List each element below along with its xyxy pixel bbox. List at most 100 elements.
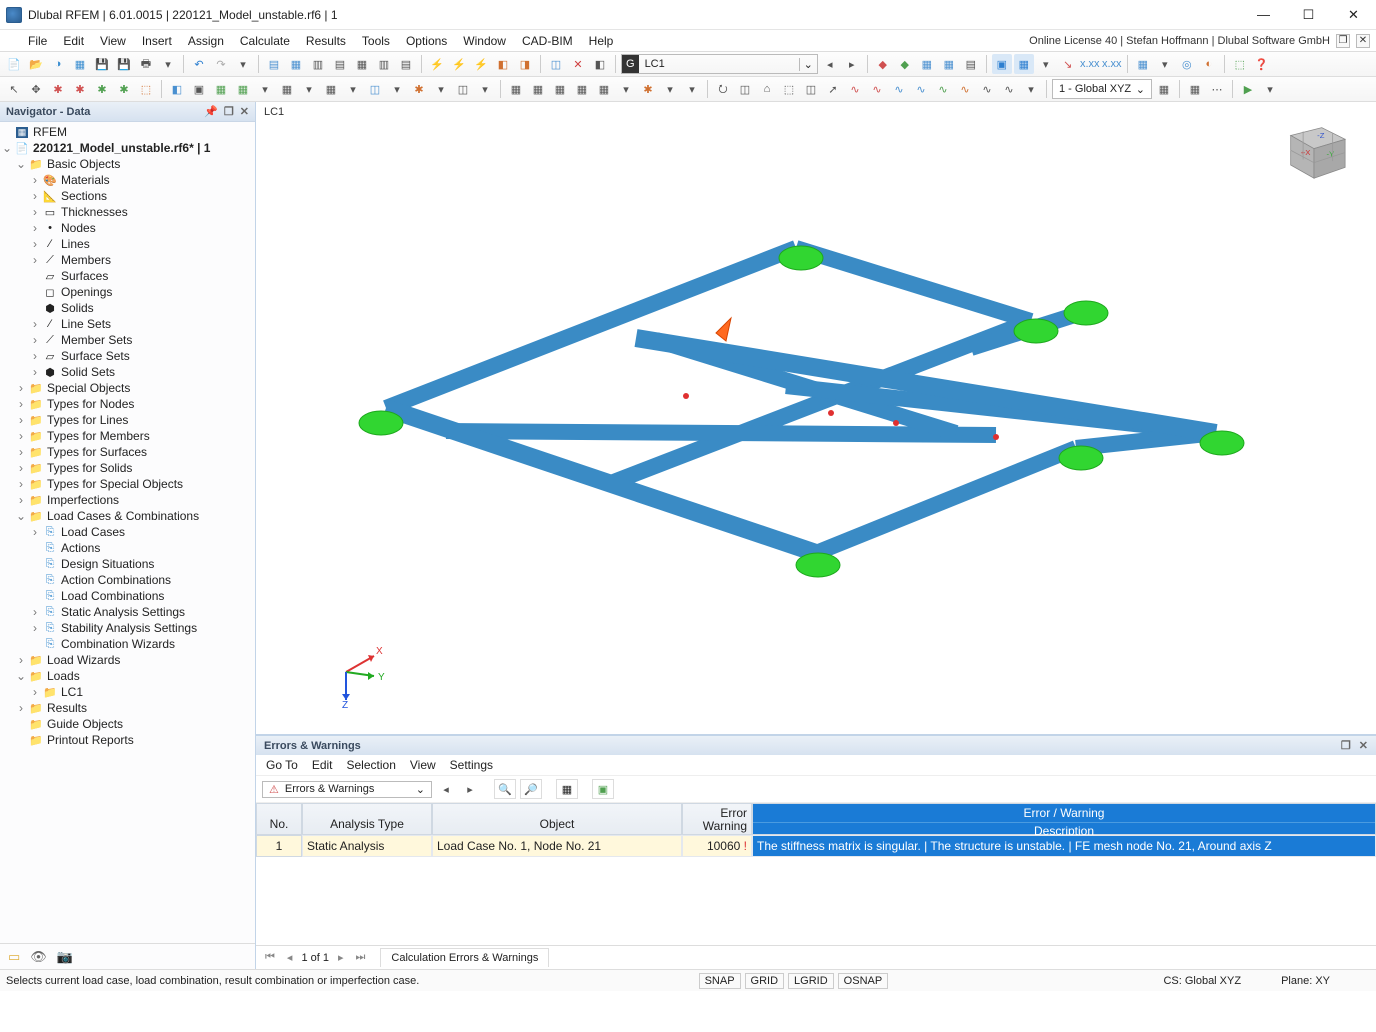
t2-j3-icon[interactable]: ⋯ <box>1207 79 1227 99</box>
err-table-icon[interactable]: ▦ <box>556 779 578 799</box>
t2-i13-icon[interactable]: ∿ <box>977 79 997 99</box>
open-icon[interactable]: 📂 <box>26 54 46 74</box>
t2-j1-icon[interactable]: ▦ <box>1154 79 1174 99</box>
errors-tab[interactable]: Calculation Errors & Warnings <box>380 948 549 967</box>
tree-item[interactable]: ⎘Load Combinations <box>0 588 255 604</box>
tables5-icon[interactable]: ▦ <box>352 54 372 74</box>
tables2-icon[interactable]: ▦ <box>286 54 306 74</box>
tree-item[interactable]: ⌄📁Basic Objects <box>0 156 255 172</box>
menu-assign[interactable]: Assign <box>180 32 232 50</box>
t2-j2-icon[interactable]: ▦ <box>1185 79 1205 99</box>
t2-h8-icon[interactable]: ▾ <box>660 79 680 99</box>
tree-item[interactable]: ⌄📁Load Cases & Combinations <box>0 508 255 524</box>
tree-item[interactable]: ›📁Types for Members <box>0 428 255 444</box>
lc-next-icon[interactable]: ▸ <box>842 54 862 74</box>
tree-item[interactable]: ▱Surfaces <box>0 268 255 284</box>
t2-k2-icon[interactable]: ▾ <box>1260 79 1280 99</box>
t2-pick2-icon[interactable]: ✱ <box>70 79 90 99</box>
t2-h6-icon[interactable]: ▾ <box>616 79 636 99</box>
t2-g11-icon[interactable]: ▾ <box>387 79 407 99</box>
t2-i7-icon[interactable]: ∿ <box>845 79 865 99</box>
errors-filter-dropdown[interactable]: ⚠ Errors & Warnings ⌄ <box>262 781 432 798</box>
status-toggle-lgrid[interactable]: LGRID <box>788 973 834 989</box>
redo-icon[interactable]: ↷ <box>211 54 231 74</box>
err-find2-icon[interactable]: 🔎 <box>520 779 542 799</box>
view1-icon[interactable]: ▣ <box>992 54 1012 74</box>
tree-item[interactable]: ⌄📁Loads <box>0 668 255 684</box>
mdi-restore-icon[interactable]: ❐ <box>1336 34 1350 48</box>
pager-first-icon[interactable]: ⏮ <box>262 951 278 964</box>
t2-g6-icon[interactable]: ▦ <box>277 79 297 99</box>
show3-icon[interactable]: ◧ <box>590 54 610 74</box>
t2-h7-icon[interactable]: ✱ <box>638 79 658 99</box>
model-icon[interactable]: ◑ <box>48 54 68 74</box>
err-find-icon[interactable]: 🔍 <box>494 779 516 799</box>
close-button[interactable]: ✕ <box>1331 0 1376 29</box>
t2-pick3-icon[interactable]: ✱ <box>92 79 112 99</box>
t2-sel-icon[interactable]: ⬚ <box>136 79 156 99</box>
calc4-icon[interactable]: ◧ <box>493 54 513 74</box>
lc-prev-icon[interactable]: ◂ <box>820 54 840 74</box>
t2-g5-icon[interactable]: ▾ <box>255 79 275 99</box>
tree-item[interactable]: ›▭Thicknesses <box>0 204 255 220</box>
tree-item[interactable]: ›📁Imperfections <box>0 492 255 508</box>
mdi-close-icon[interactable]: ✕ <box>1356 34 1370 48</box>
err-menu-go to[interactable]: Go To <box>266 758 298 772</box>
t2-i12-icon[interactable]: ∿ <box>955 79 975 99</box>
menu-insert[interactable]: Insert <box>134 32 180 50</box>
err-menu-selection[interactable]: Selection <box>347 758 396 772</box>
t2-i9-icon[interactable]: ∿ <box>889 79 909 99</box>
t2-i11-icon[interactable]: ∿ <box>933 79 953 99</box>
print-icon[interactable]: 🖶 <box>136 54 156 74</box>
tree-item[interactable]: ›⎘Stability Analysis Settings <box>0 620 255 636</box>
res5-icon[interactable]: ▤ <box>961 54 981 74</box>
maximize-button[interactable]: ☐ <box>1286 0 1331 29</box>
err-next-icon[interactable]: ▸ <box>460 779 480 799</box>
tree-item[interactable]: ▦RFEM <box>0 124 255 140</box>
print-dd-icon[interactable]: ▾ <box>158 54 178 74</box>
nav-tab3-icon[interactable]: 📷 <box>57 949 73 965</box>
tree-item[interactable]: ›•Nodes <box>0 220 255 236</box>
res2-icon[interactable]: ◆ <box>895 54 915 74</box>
minimize-button[interactable]: — <box>1241 0 1286 29</box>
tree-item[interactable]: ›📁Types for Special Objects <box>0 476 255 492</box>
err-export-icon[interactable]: ▣ <box>592 779 614 799</box>
tables4-icon[interactable]: ▤ <box>330 54 350 74</box>
nav-tab2-icon[interactable]: 👁 <box>30 949 47 965</box>
loadcase-dropdown[interactable]: G LC1 ⌄ <box>621 54 818 74</box>
errors-grid[interactable]: No. Analysis Type Object Error Warning E… <box>256 803 1376 945</box>
t2-i4-icon[interactable]: ⬚ <box>779 79 799 99</box>
nav-pop-icon[interactable]: ❐ <box>224 105 234 118</box>
t2-cursor-icon[interactable]: ↖ <box>4 79 24 99</box>
menu-calculate[interactable]: Calculate <box>232 32 298 50</box>
tree-item[interactable]: ◻Openings <box>0 284 255 300</box>
t2-h4-icon[interactable]: ▦ <box>572 79 592 99</box>
t2-k1-icon[interactable]: ▶ <box>1238 79 1258 99</box>
calc5-icon[interactable]: ◨ <box>515 54 535 74</box>
menu-options[interactable]: Options <box>398 32 455 50</box>
menu-tools[interactable]: Tools <box>354 32 398 50</box>
viewport-3d[interactable]: LC1 +X -Y -Z <box>256 102 1376 735</box>
tree-item[interactable]: ⎘Actions <box>0 540 255 556</box>
view-cube[interactable]: +X -Y -Z <box>1274 116 1354 186</box>
tree-item[interactable]: ›⟋Members <box>0 252 255 268</box>
nav-tab1-icon[interactable]: ▭ <box>8 949 20 965</box>
lc-dd-icon[interactable]: ⌄ <box>799 58 817 71</box>
t2-h9-icon[interactable]: ▾ <box>682 79 702 99</box>
tables3-icon[interactable]: ▥ <box>308 54 328 74</box>
tree-item[interactable]: 📁Guide Objects <box>0 716 255 732</box>
tables-icon[interactable]: ▤ <box>264 54 284 74</box>
navigator-tree[interactable]: ▦RFEM⌄📄220121_Model_unstable.rf6* | 1⌄📁B… <box>0 122 255 943</box>
tree-item[interactable]: ›∕Lines <box>0 236 255 252</box>
tree-item[interactable]: ›📁Load Wizards <box>0 652 255 668</box>
errors-pop-icon[interactable]: ❐ <box>1341 739 1351 752</box>
saveall-icon[interactable]: 💾 <box>114 54 134 74</box>
t2-g12-icon[interactable]: ✱ <box>409 79 429 99</box>
t2-i3-icon[interactable]: ⌂ <box>757 79 777 99</box>
tables6-icon[interactable]: ▥ <box>374 54 394 74</box>
tree-item[interactable]: ›▱Surface Sets <box>0 348 255 364</box>
t2-i14-icon[interactable]: ∿ <box>999 79 1019 99</box>
disp4-icon[interactable]: ◐ <box>1199 54 1219 74</box>
view3-icon[interactable]: ▾ <box>1036 54 1056 74</box>
tree-item[interactable]: ›⎘Load Cases <box>0 524 255 540</box>
